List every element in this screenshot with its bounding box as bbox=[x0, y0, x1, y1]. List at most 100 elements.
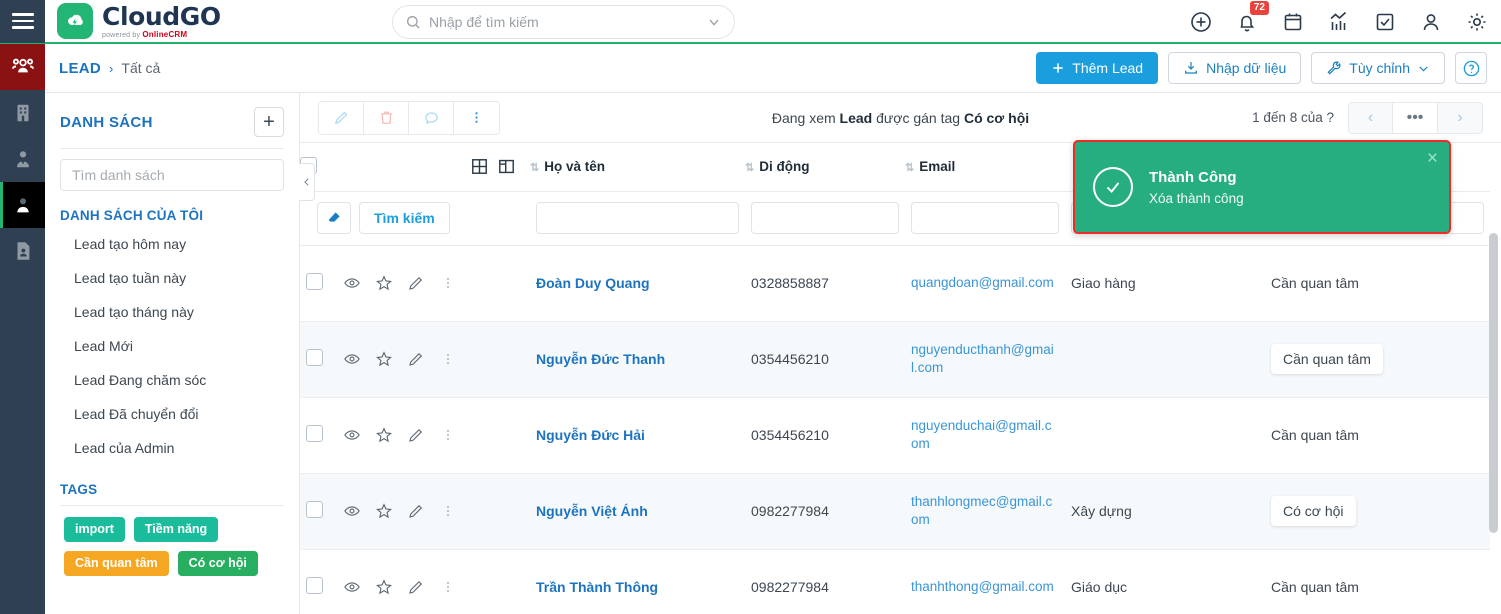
sidebar-item-lead-new[interactable]: Lead Mới bbox=[60, 329, 284, 363]
view-icon[interactable] bbox=[336, 350, 368, 368]
import-data-button[interactable]: Nhập dữ liệu bbox=[1168, 52, 1302, 84]
lead-email-link[interactable]: thanhthong@gmail.com bbox=[911, 579, 1054, 594]
more-icon[interactable] bbox=[432, 274, 464, 292]
column-header-mobile[interactable]: ⇅ Di động bbox=[745, 143, 905, 192]
filter-input-email[interactable] bbox=[911, 202, 1059, 234]
collapse-panel-button[interactable] bbox=[299, 163, 315, 201]
rail-item-documents[interactable] bbox=[0, 228, 45, 274]
lead-email-link[interactable]: thanhlongmec@gmail.com bbox=[911, 494, 1052, 527]
edit-icon[interactable] bbox=[319, 101, 364, 134]
tag-tiem-nang[interactable]: Tiềm năng bbox=[133, 517, 219, 542]
view-icon[interactable] bbox=[336, 426, 368, 444]
breadcrumb-current[interactable]: Tất cả bbox=[121, 60, 160, 76]
lead-name-link[interactable]: Nguyễn Đức Hải bbox=[536, 427, 645, 443]
column-header-name[interactable]: ⇅ Họ và tên bbox=[530, 143, 745, 192]
more-icon[interactable] bbox=[432, 426, 464, 444]
customize-button[interactable]: Tùy chỉnh bbox=[1311, 52, 1445, 84]
search-input[interactable] bbox=[429, 14, 698, 30]
edit-icon[interactable] bbox=[400, 274, 432, 292]
calendar-icon[interactable] bbox=[1281, 10, 1305, 34]
lead-name-link[interactable]: Đoàn Duy Quang bbox=[536, 275, 650, 291]
star-icon[interactable] bbox=[368, 350, 400, 368]
row-checkbox[interactable] bbox=[306, 349, 323, 366]
tag-can-quan-tam[interactable]: Cần quan tâm bbox=[64, 551, 169, 576]
vertical-scrollbar[interactable] bbox=[1489, 233, 1498, 533]
user-icon[interactable] bbox=[1419, 10, 1443, 34]
row-checkbox[interactable] bbox=[306, 501, 323, 518]
sidebar-item-lead-week[interactable]: Lead tạo tuần này bbox=[60, 261, 284, 295]
pagination-more-button[interactable]: ••• bbox=[1393, 101, 1438, 134]
menu-toggle-button[interactable] bbox=[0, 0, 45, 43]
table-row[interactable]: Nguyễn Đức Thanh 0354456210 nguyenductha… bbox=[300, 321, 1490, 398]
table-row[interactable]: Nguyễn Việt Ánh 0982277984 thanhlongmec@… bbox=[300, 473, 1490, 550]
plus-circle-icon[interactable] bbox=[1189, 10, 1213, 34]
edit-icon[interactable] bbox=[400, 578, 432, 596]
edit-icon[interactable] bbox=[400, 502, 432, 520]
comment-icon[interactable] bbox=[409, 101, 454, 134]
star-icon[interactable] bbox=[368, 274, 400, 292]
pagination-prev-button[interactable]: ‹ bbox=[1348, 101, 1393, 134]
edit-icon[interactable] bbox=[400, 350, 432, 368]
edit-icon[interactable] bbox=[400, 426, 432, 444]
view-icon[interactable] bbox=[336, 502, 368, 520]
add-lead-button[interactable]: Thêm Lead bbox=[1036, 52, 1159, 84]
sidebar-item-lead-today[interactable]: Lead tạo hôm nay bbox=[60, 227, 284, 261]
more-icon[interactable] bbox=[432, 350, 464, 368]
lead-email-link[interactable]: nguyenduchai@gmail.com bbox=[911, 418, 1052, 451]
task-icon[interactable] bbox=[1373, 10, 1397, 34]
table-row[interactable]: Nguyễn Đức Hải 0354456210 nguyenduchai@g… bbox=[300, 397, 1490, 474]
tag-import[interactable]: import bbox=[64, 517, 125, 542]
add-list-button[interactable]: + bbox=[254, 107, 284, 137]
row-checkbox[interactable] bbox=[306, 425, 323, 442]
gear-icon[interactable] bbox=[1465, 10, 1489, 34]
sidebar-item-lead-admin[interactable]: Lead của Admin bbox=[60, 431, 284, 465]
chevron-down-icon[interactable] bbox=[706, 14, 722, 30]
row-actions-header bbox=[330, 143, 470, 192]
sidebar-item-lead-converted[interactable]: Lead Đã chuyển đổi bbox=[60, 397, 284, 431]
view-icon[interactable] bbox=[336, 274, 368, 292]
bell-icon[interactable]: 72 bbox=[1235, 1, 1269, 34]
lead-name-link[interactable]: Trần Thành Thông bbox=[536, 579, 658, 595]
row-checkbox[interactable] bbox=[306, 577, 323, 594]
rail-item-leads[interactable] bbox=[0, 182, 45, 228]
delete-icon[interactable] bbox=[364, 101, 409, 134]
lead-name-link[interactable]: Nguyễn Việt Ánh bbox=[536, 503, 648, 519]
row-checkbox[interactable] bbox=[306, 273, 323, 290]
more-icon[interactable] bbox=[432, 578, 464, 596]
filter-input-mobile[interactable] bbox=[751, 202, 899, 234]
lead-email-link[interactable]: quangdoan@gmail.com bbox=[911, 275, 1054, 290]
brand-logo-area[interactable]: CloudGO powered by OnlineCRM bbox=[45, 3, 221, 39]
help-button[interactable] bbox=[1455, 52, 1487, 84]
app-root: CloudGO powered by OnlineCRM Nhập để tìm… bbox=[0, 0, 1501, 614]
rail-item-contacts[interactable] bbox=[0, 44, 45, 90]
filter-search-button[interactable]: Tìm kiếm bbox=[359, 202, 450, 234]
star-icon[interactable] bbox=[368, 426, 400, 444]
star-icon[interactable] bbox=[368, 502, 400, 520]
global-search[interactable] bbox=[392, 5, 735, 39]
grid-view-icon[interactable] bbox=[470, 157, 489, 176]
clear-filter-button[interactable] bbox=[317, 202, 351, 234]
more-icon[interactable] bbox=[432, 502, 464, 520]
more-icon[interactable] bbox=[454, 101, 499, 134]
table-row[interactable]: Đoàn Duy Quang 0328858887 quangdoan@gmai… bbox=[300, 245, 1490, 322]
breadcrumb-module[interactable]: LEAD bbox=[59, 60, 101, 77]
sidebar-item-lead-month[interactable]: Lead tạo tháng này bbox=[60, 295, 284, 329]
filter-input-name[interactable] bbox=[536, 202, 739, 234]
sidebar-item-lead-nurturing[interactable]: Lead Đang chăm sóc bbox=[60, 363, 284, 397]
cell-status: Cần quan tâm bbox=[1265, 549, 1490, 614]
pagination-next-button[interactable]: › bbox=[1438, 101, 1483, 134]
rail-item-company[interactable] bbox=[0, 90, 45, 136]
star-icon[interactable] bbox=[368, 578, 400, 596]
tag-co-co-hoi[interactable]: Có cơ hội bbox=[177, 551, 258, 576]
lead-email-link[interactable]: nguyenducthanh@gmail.com bbox=[911, 342, 1054, 375]
lead-name-link[interactable]: Nguyễn Đức Thanh bbox=[536, 351, 665, 367]
rail-item-accounts[interactable] bbox=[0, 136, 45, 182]
table-row[interactable]: Trần Thành Thông 0982277984 thanhthong@g… bbox=[300, 549, 1490, 614]
list-search-input[interactable] bbox=[60, 159, 284, 191]
cell-status: Cần quan tâm bbox=[1265, 245, 1490, 322]
split-view-icon[interactable] bbox=[497, 157, 516, 176]
view-icon[interactable] bbox=[336, 578, 368, 596]
chart-icon[interactable] bbox=[1327, 10, 1351, 34]
column-header-email[interactable]: ⇅ Email bbox=[905, 143, 1065, 192]
close-icon[interactable]: × bbox=[1427, 149, 1438, 168]
